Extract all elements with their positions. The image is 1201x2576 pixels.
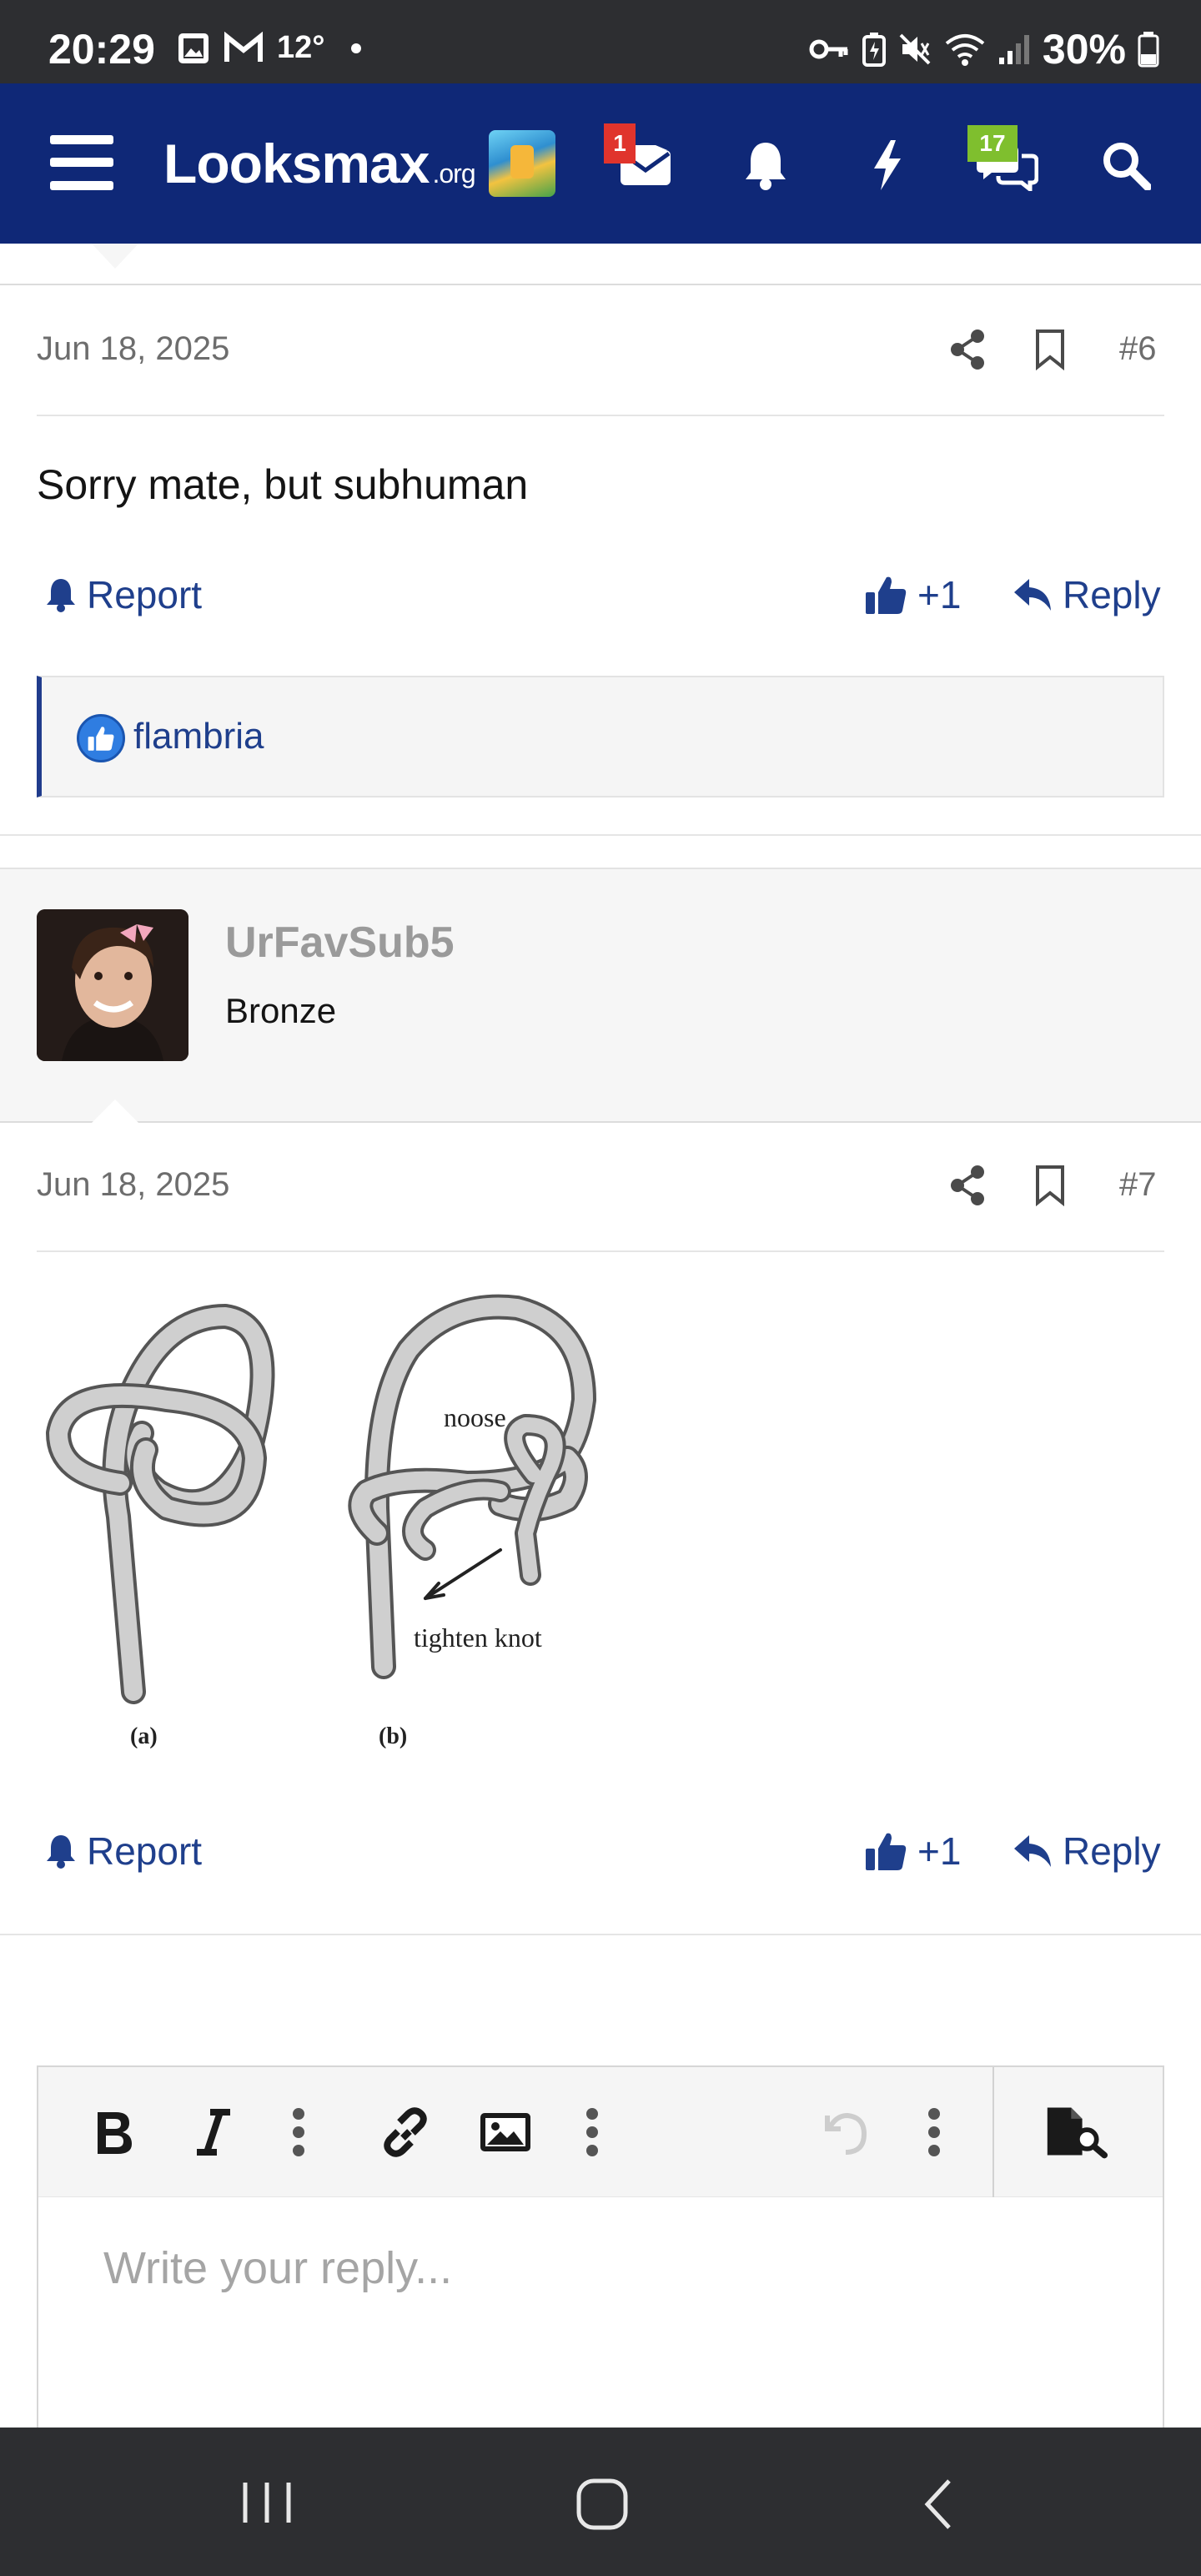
post6-body: Sorry mate, but subhuman <box>37 461 529 508</box>
user-avatar[interactable] <box>37 909 188 1061</box>
wifi-icon <box>945 34 985 66</box>
back-icon[interactable] <box>921 2478 954 2531</box>
more-text-options-icon[interactable] <box>267 2101 330 2164</box>
search-icon <box>1103 143 1151 190</box>
post7-date[interactable]: Jun 18, 2025 <box>37 1166 229 1204</box>
reply-label: Reply <box>1063 1829 1161 1873</box>
bell-icon <box>47 579 75 612</box>
more-insert-options-icon[interactable] <box>560 2101 624 2164</box>
chat-badge: 17 <box>967 125 1018 162</box>
thumbs-up-icon <box>866 1833 907 1870</box>
reply-icon <box>1014 1835 1051 1867</box>
like-count: +1 <box>917 1829 962 1873</box>
bookmark-icon[interactable] <box>1034 1165 1066 1206</box>
preview-icon[interactable] <box>1044 2101 1108 2164</box>
like-count: +1 <box>917 573 962 616</box>
home-icon[interactable] <box>575 2478 629 2531</box>
reply-label: Reply <box>1063 573 1161 616</box>
report-label: Report <box>87 573 203 616</box>
toolbar-separator <box>992 2067 994 2197</box>
status-dot <box>351 43 362 53</box>
reactions-bar[interactable]: flambria <box>37 676 1164 797</box>
share-icon[interactable] <box>949 329 986 370</box>
like-button[interactable]: +1 <box>864 572 961 617</box>
post6-date[interactable]: Jun 18, 2025 <box>37 330 229 368</box>
username[interactable]: UrFavSub5 <box>225 918 455 968</box>
status-bar: 20:29 12° 30% <box>0 0 1201 83</box>
system-nav-bar <box>0 2428 1201 2576</box>
bookmark-icon[interactable] <box>1034 329 1066 370</box>
status-temperature: 12° <box>277 30 325 65</box>
share-icon[interactable] <box>949 1165 986 1206</box>
gallery-icon <box>178 33 209 63</box>
caption-a: (a) <box>130 1723 158 1749</box>
image-icon[interactable] <box>474 2101 537 2164</box>
reply-button[interactable]: Reply <box>1013 1829 1161 1874</box>
site-header: Looksmax .org 1 17 <box>0 83 1201 244</box>
user-info-bar: UrFavSub5 Bronze <box>0 868 1201 1123</box>
recent-apps-icon[interactable] <box>240 2479 294 2526</box>
status-battery-percent: 30% <box>1042 26 1126 73</box>
tighten-knot-label: tighten knot <box>414 1623 542 1653</box>
divider <box>0 284 1201 285</box>
thumbs-up-icon <box>866 576 907 614</box>
like-button[interactable]: +1 <box>864 1829 961 1874</box>
gmail-icon <box>224 31 263 62</box>
reply-input[interactable]: Write your reply... <box>103 2242 452 2294</box>
caption-b: (b) <box>379 1723 407 1749</box>
post6-number[interactable]: #6 <box>1119 330 1157 368</box>
logo-text: Looksmax <box>163 133 430 194</box>
divider <box>0 1934 1201 1935</box>
divider <box>37 1250 1164 1252</box>
status-time: 20:29 <box>48 26 155 73</box>
report-button[interactable]: Report <box>45 572 202 617</box>
post7-number[interactable]: #7 <box>1119 1166 1157 1204</box>
undo-icon[interactable] <box>812 2101 876 2164</box>
account-avatar[interactable] <box>489 130 555 197</box>
logo-suffix: .org <box>432 158 475 189</box>
editor-toolbar <box>38 2067 1163 2197</box>
divider <box>37 415 1164 416</box>
bell-icon <box>746 143 786 190</box>
reactor-name[interactable]: flambria <box>133 716 264 757</box>
alerts-button[interactable] <box>734 133 797 197</box>
menu-icon[interactable] <box>50 135 113 190</box>
search-button[interactable] <box>1094 133 1158 197</box>
battery-icon <box>1138 32 1159 68</box>
bolt-icon <box>874 140 901 190</box>
vpn-key-icon <box>809 39 848 59</box>
knot-diagram-image[interactable]: noose tighten knot (a) (b) <box>33 1283 617 1767</box>
user-title: Bronze <box>225 991 337 1030</box>
whats-new-button[interactable] <box>856 133 919 197</box>
report-label: Report <box>87 1829 203 1873</box>
bold-icon[interactable] <box>82 2101 145 2164</box>
mute-icon <box>899 33 931 65</box>
more-options-icon[interactable] <box>902 2101 966 2164</box>
post-pointer <box>92 244 138 269</box>
report-button[interactable]: Report <box>45 1829 202 1874</box>
battery-saver-icon <box>862 33 886 67</box>
bell-icon <box>47 1835 75 1869</box>
like-reaction-icon <box>77 714 125 762</box>
status-notification-icons: 12° <box>177 30 362 66</box>
post-pointer <box>92 1099 138 1123</box>
reply-icon <box>1014 579 1051 611</box>
signal-icon <box>998 35 1029 64</box>
noose-label: noose <box>444 1402 506 1432</box>
inbox-badge: 1 <box>604 123 636 164</box>
status-system-icons: 30% <box>809 25 1159 73</box>
italic-icon[interactable] <box>182 2101 245 2164</box>
divider <box>0 834 1201 836</box>
reply-button[interactable]: Reply <box>1013 572 1161 617</box>
site-logo[interactable]: Looksmax .org <box>163 132 476 195</box>
link-icon[interactable] <box>374 2101 437 2164</box>
